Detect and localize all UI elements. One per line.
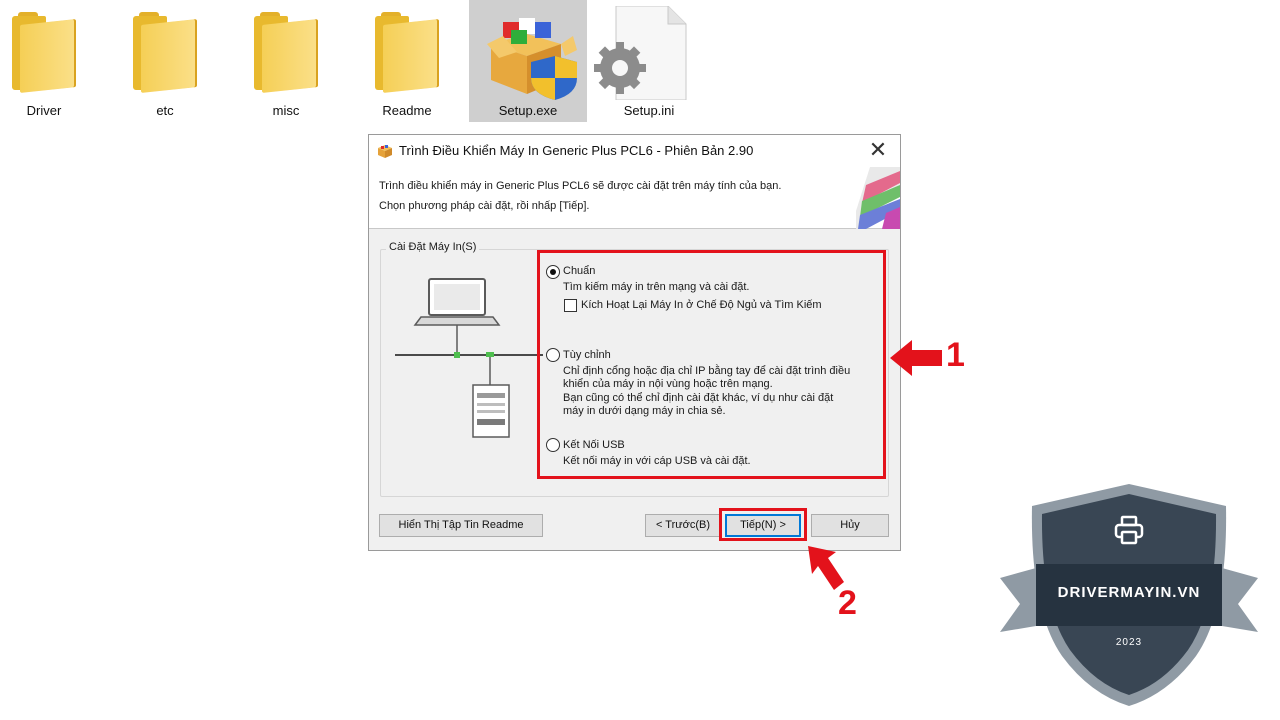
file-name: Setup.exe xyxy=(498,103,558,118)
settings-file-icon xyxy=(590,5,708,101)
file-name: Driver xyxy=(26,103,62,118)
annotation-marker-1: 1 xyxy=(946,336,965,374)
header-graphic xyxy=(856,167,900,229)
highlight-next-button xyxy=(719,508,807,541)
folder-icon xyxy=(0,6,103,94)
printer-icon xyxy=(1114,515,1144,545)
cancel-button[interactable]: Hủy xyxy=(811,514,889,537)
arrow-left-icon xyxy=(890,340,942,376)
file-setup-ini[interactable]: Setup.ini xyxy=(590,0,708,122)
file-name: Readme xyxy=(382,103,432,118)
file-setup-exe[interactable]: Setup.exe xyxy=(469,0,587,122)
file-misc[interactable]: misc xyxy=(227,0,345,122)
badge-year: 2023 xyxy=(1115,637,1143,648)
title-bar: Trình Điều Khiển Máy In Generic Plus PCL… xyxy=(369,135,900,167)
back-button[interactable]: < Trước(B) xyxy=(645,514,721,537)
badge-brand: DRIVERMAYIN.VN xyxy=(1057,584,1201,601)
header-instruction: Chọn phương pháp cài đặt, rồi nhấp [Tiếp… xyxy=(379,200,590,212)
annotation-marker-2: 2 xyxy=(838,584,857,622)
show-readme-button[interactable]: Hiển Thị Tập Tin Readme xyxy=(379,514,543,537)
close-icon[interactable]: ✕ xyxy=(866,139,890,163)
folder-icon xyxy=(227,6,345,94)
file-driver[interactable]: Driver xyxy=(0,0,103,122)
file-name: Setup.ini xyxy=(623,103,675,118)
file-etc[interactable]: etc xyxy=(106,0,224,122)
file-readme[interactable]: Readme xyxy=(348,0,466,122)
drivermayin-badge: DRIVERMAYIN.VN 2023 xyxy=(1000,480,1258,710)
dialog-header: Trình điều khiển máy in Generic Plus PCL… xyxy=(369,167,900,229)
network-illustration xyxy=(395,278,543,438)
highlight-options-box xyxy=(537,250,886,479)
file-name: etc xyxy=(156,103,174,118)
group-label: Cài Đặt Máy In(S) xyxy=(386,241,480,253)
installer-app-icon xyxy=(378,145,392,158)
setup-exe-icon xyxy=(469,6,587,100)
header-description: Trình điều khiển máy in Generic Plus PCL… xyxy=(379,180,782,192)
dialog-title: Trình Điều Khiển Máy In Generic Plus PCL… xyxy=(399,143,754,158)
folder-icon xyxy=(106,6,224,94)
file-name: misc xyxy=(272,103,300,118)
folder-icon xyxy=(348,6,466,94)
